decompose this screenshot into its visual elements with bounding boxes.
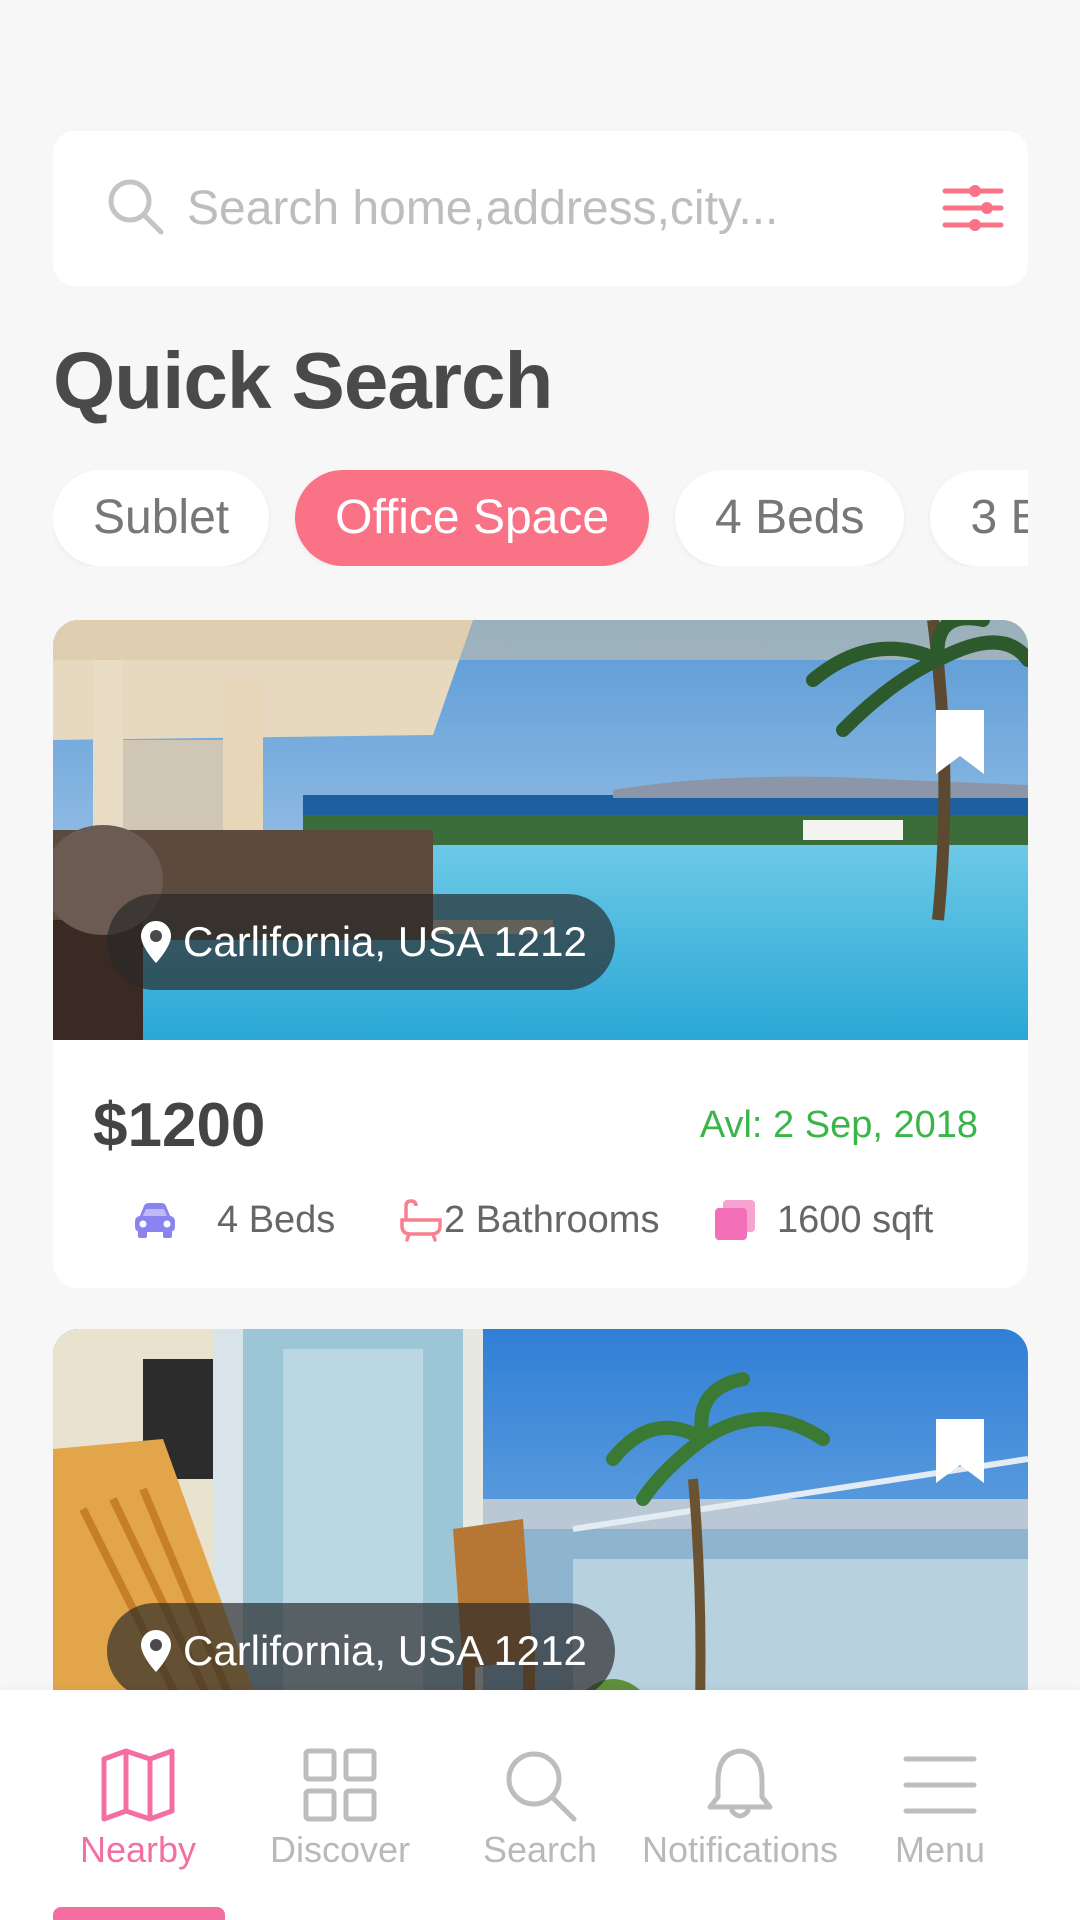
chip-3-beds[interactable]: 3 Beds (930, 470, 1028, 566)
grid-icon (303, 1748, 377, 1822)
location-text: Carlifornia, USA 1212 (183, 1627, 587, 1674)
feature-beds: 4 Beds (133, 1190, 335, 1250)
location-pin-icon (141, 1630, 171, 1672)
quick-search-chips: Sublet Office Space 4 Beds 3 Beds (53, 470, 1028, 566)
listing-photo: Carlifornia, USA 1212 (53, 620, 1028, 1040)
availability-date: Avl: 2 Sep, 2018 (699, 1104, 978, 1146)
nav-item-discover[interactable]: Discover (240, 1745, 440, 1885)
listing-card[interactable]: Carlifornia, USA 1212 $1200 Avl: 2 Sep, … (53, 620, 1028, 1288)
location-badge: Carlifornia, USA 1212 (107, 894, 615, 990)
active-tab-indicator (53, 1907, 225, 1920)
search-input[interactable] (187, 171, 867, 246)
nav-label: Notifications (641, 1829, 839, 1870)
nav-label: Discover (269, 1829, 411, 1870)
area-text: 1600 sqft (777, 1198, 934, 1241)
chip-sublet[interactable]: Sublet (53, 470, 270, 566)
feature-area: 1600 sqft (713, 1190, 933, 1250)
menu-icon (903, 1756, 977, 1814)
nav-item-menu[interactable]: Menu (840, 1745, 1040, 1885)
chip-4-beds[interactable]: 4 Beds (675, 470, 905, 566)
listing-price: $1200 (93, 1091, 266, 1160)
nav-label: Nearby (79, 1829, 197, 1870)
search-icon (108, 179, 164, 235)
section-title: Quick Search (53, 336, 553, 425)
feature-bathrooms: 2 Bathrooms (398, 1190, 659, 1250)
nav-item-nearby[interactable]: Nearby (38, 1745, 238, 1885)
bottom-nav: Nearby Discover Search Notifications Men… (0, 1690, 1080, 1920)
beds-text: 4 Beds (217, 1198, 336, 1241)
nav-item-notifications[interactable]: Notifications (640, 1745, 840, 1885)
nav-label: Menu (894, 1829, 986, 1870)
search-icon (506, 1751, 577, 1822)
chip-office-space[interactable]: Office Space (295, 470, 650, 566)
bookmark-icon[interactable] (936, 710, 984, 774)
search-bar (53, 131, 1028, 286)
bathtub-icon (400, 1199, 442, 1242)
location-text: Carlifornia, USA 1212 (183, 918, 587, 965)
map-icon (101, 1748, 175, 1822)
car-icon (135, 1203, 175, 1238)
nav-label: Search (482, 1829, 598, 1870)
bathrooms-text: 2 Bathrooms (444, 1198, 660, 1241)
filter-icon[interactable] (933, 171, 1013, 246)
nav-item-search[interactable]: Search (440, 1745, 640, 1885)
bookmark-icon[interactable] (936, 1419, 984, 1483)
area-icon (715, 1200, 755, 1240)
location-pin-icon (141, 921, 171, 963)
bell-icon (707, 1748, 773, 1819)
listing-features: 4 Beds 2 Bathrooms 1600 sqft (53, 1190, 1028, 1250)
location-badge: Carlifornia, USA 1212 (107, 1603, 615, 1699)
